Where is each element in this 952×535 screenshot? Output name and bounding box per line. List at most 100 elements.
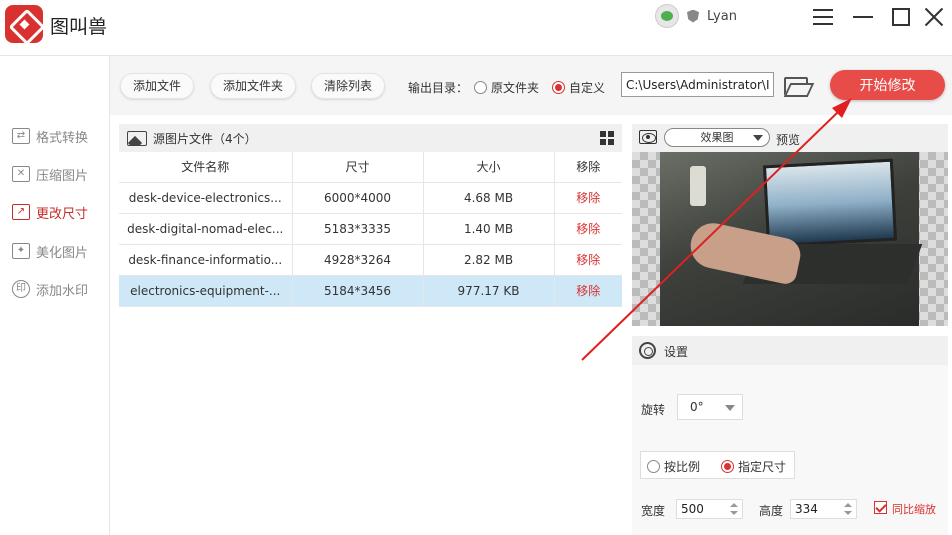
output-original-radio[interactable]	[474, 81, 487, 94]
settings-panel: 旋转 0° 按比例 指定尺寸 宽度 500 高度 334 同比缩放	[632, 365, 948, 535]
output-original-option[interactable]: 原文件夹	[474, 79, 539, 96]
mode-size-option[interactable]: 指定尺寸	[721, 458, 786, 475]
clear-list-button[interactable]: 清除列表	[311, 73, 386, 99]
add-folder-button[interactable]: 添加文件夹	[210, 73, 297, 99]
sidebar-item-format-convert[interactable]: ⇄ 格式转换	[12, 125, 88, 147]
file-name-cell: electronics-equipment-...	[119, 275, 293, 307]
sidebar-item-watermark[interactable]: 印 添加水印	[12, 278, 88, 300]
output-original-label: 原文件夹	[491, 81, 540, 95]
remove-link[interactable]: 移除	[554, 182, 622, 214]
app-logo-icon	[5, 5, 43, 43]
start-modify-button[interactable]: 开始修改	[830, 70, 945, 100]
preview-header: 效果图 预览	[632, 124, 948, 152]
file-size-cell: 977.17 KB	[423, 275, 555, 307]
file-panel-title: 源图片文件（4个）	[153, 131, 257, 146]
file-dims-cell: 5183*3335	[292, 213, 424, 245]
height-label: 高度	[759, 504, 784, 518]
column-header: 大小	[423, 152, 555, 183]
sidebar-item-label: 美化图片	[36, 245, 89, 261]
minimize-icon[interactable]	[850, 4, 876, 30]
watermark-icon: 印	[12, 280, 30, 298]
preview-eye-icon	[639, 130, 657, 144]
file-dims-cell: 6000*4000	[292, 182, 424, 214]
effect-select-value: 效果图	[700, 131, 734, 144]
column-header: 移除	[554, 152, 622, 183]
shield-icon	[687, 9, 699, 23]
table-row[interactable]: desk-digital-nomad-elec... 5183*3335 1.4…	[119, 213, 622, 245]
mode-ratio-radio[interactable]	[647, 460, 660, 473]
output-dir-label: 输出目录：	[408, 81, 469, 95]
width-spinner-icon[interactable]	[730, 503, 738, 515]
width-value: 500	[681, 502, 704, 516]
preview-label: 预览	[776, 133, 801, 147]
sidebar-item-compress[interactable]: ✕ 压缩图片	[12, 163, 88, 185]
maximize-icon[interactable]	[888, 4, 914, 30]
file-dims-cell: 4928*3264	[292, 244, 424, 276]
user-area[interactable]: Lyan	[655, 3, 737, 29]
column-header: 文件名称	[119, 152, 293, 183]
settings-title: 设置	[664, 345, 689, 359]
output-custom-radio[interactable]	[552, 81, 565, 94]
image-icon	[127, 130, 147, 146]
remove-link[interactable]: 移除	[554, 244, 622, 276]
sidebar-item-resize[interactable]: ↗ 更改尺寸	[12, 201, 88, 223]
table-row-selected[interactable]: electronics-equipment-... 5184*3456 977.…	[119, 275, 622, 307]
file-panel-header: 源图片文件（4个）	[119, 124, 622, 152]
height-value: 334	[795, 502, 818, 516]
mode-ratio-label: 按比例	[664, 460, 701, 474]
output-custom-label: 自定义	[569, 81, 606, 95]
table-row[interactable]: desk-device-electronics... 6000*4000 4.6…	[119, 182, 622, 214]
photo-laptop-screen	[762, 158, 898, 248]
width-input[interactable]: 500	[676, 499, 743, 519]
table-header-row: 文件名称 尺寸 大小 移除	[119, 152, 622, 183]
output-path-input[interactable]	[621, 72, 774, 97]
open-folder-icon[interactable]	[783, 75, 809, 96]
mode-size-radio[interactable]	[721, 460, 734, 473]
sidebar-item-label: 更改尺寸	[36, 206, 89, 222]
title-bar: 图叫兽 Lyan	[0, 0, 952, 55]
file-size-cell: 1.40 MB	[423, 213, 555, 245]
resize-mode-group: 按比例 指定尺寸	[640, 451, 795, 479]
compress-icon: ✕	[12, 166, 30, 182]
column-header: 尺寸	[292, 152, 424, 183]
file-size-cell: 2.82 MB	[423, 244, 555, 276]
file-size-cell: 4.68 MB	[423, 182, 555, 214]
mode-ratio-option[interactable]: 按比例	[647, 458, 700, 475]
gear-icon	[639, 342, 656, 359]
grid-view-icon[interactable]	[600, 131, 614, 145]
settings-header: 设置	[632, 336, 948, 365]
preview-photo	[660, 152, 923, 326]
sidebar-item-label: 添加水印	[36, 283, 89, 299]
source-file-panel: 源图片文件（4个） 文件名称 尺寸 大小 移除 desk-device-elec…	[119, 124, 622, 524]
file-name-cell: desk-digital-nomad-elec...	[119, 213, 293, 245]
menu-icon[interactable]	[810, 4, 836, 30]
toolbar: 添加文件 添加文件夹 清除列表 输出目录： 原文件夹 自定义 开始修改	[110, 55, 952, 115]
rotate-value: 0°	[690, 400, 704, 414]
add-file-button[interactable]: 添加文件	[120, 73, 195, 99]
file-name-cell: desk-finance-informatio...	[119, 244, 293, 276]
table-row[interactable]: desk-finance-informatio... 4928*3264 2.8…	[119, 244, 622, 276]
sidebar-item-beautify[interactable]: ✦ 美化图片	[12, 240, 88, 262]
file-name-cell: desk-device-electronics...	[119, 182, 293, 214]
convert-icon: ⇄	[12, 128, 30, 144]
keep-ratio-checkbox[interactable]	[874, 501, 887, 514]
height-input[interactable]: 334	[790, 499, 857, 519]
chevron-down-icon	[725, 405, 735, 411]
beautify-icon: ✦	[12, 243, 30, 259]
output-custom-option[interactable]: 自定义	[552, 79, 605, 96]
rotate-select[interactable]: 0°	[677, 394, 743, 420]
photo-lamp	[690, 166, 706, 206]
close-icon[interactable]	[921, 4, 947, 30]
mode-size-label: 指定尺寸	[738, 460, 787, 474]
sidebar-item-label: 格式转换	[36, 130, 89, 146]
effect-select[interactable]: 效果图	[664, 128, 770, 147]
height-spinner-icon[interactable]	[844, 503, 852, 515]
remove-link[interactable]: 移除	[554, 213, 622, 245]
file-dims-cell: 5184*3456	[292, 275, 424, 307]
keep-ratio-label[interactable]: 同比缩放	[892, 501, 936, 517]
remove-link[interactable]: 移除	[554, 275, 622, 307]
preview-image	[632, 152, 948, 326]
wechat-avatar-icon[interactable]	[655, 4, 679, 28]
file-table: 文件名称 尺寸 大小 移除 desk-device-electronics...…	[119, 152, 622, 307]
username[interactable]: Lyan	[707, 9, 737, 24]
